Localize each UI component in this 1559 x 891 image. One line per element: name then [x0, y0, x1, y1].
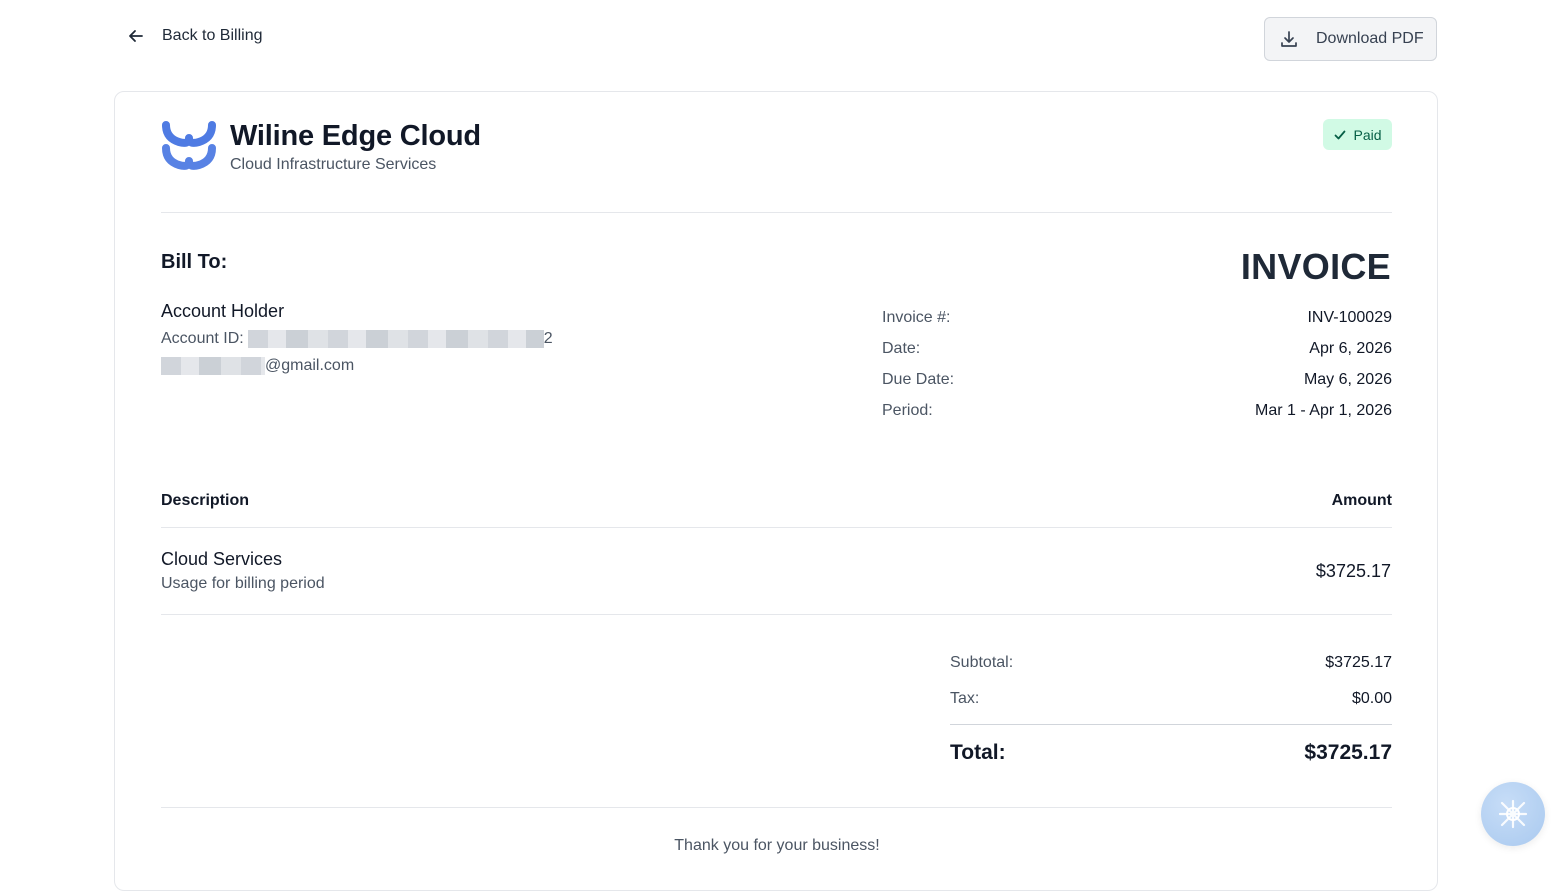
meta-label: Due Date:	[882, 371, 955, 388]
status-label: Paid	[1353, 126, 1382, 143]
account-holder-name: Account Holder	[161, 301, 285, 321]
check-icon	[1335, 130, 1346, 139]
subtotal-value: $3725.17	[1325, 654, 1392, 671]
company-name: Wiline Edge Cloud	[230, 120, 481, 152]
redacted-email-user	[161, 357, 265, 375]
subtotal-label: Subtotal:	[950, 654, 1014, 671]
back-to-billing-link[interactable]: Back to Billing	[126, 26, 263, 46]
account-id-tail: 2	[543, 330, 553, 347]
total-row: Total: $3725.17	[950, 741, 1392, 765]
subtotal-row: Subtotal: $3725.17	[950, 654, 1392, 672]
download-pdf-label: Download PDF	[1316, 30, 1424, 47]
tax-row: Tax: $0.00	[950, 690, 1392, 708]
top-bar: Back to Billing Download PDF	[0, 0, 1559, 80]
account-id-label: Account ID:	[161, 330, 244, 347]
thank-you-message: Thank you for your business!	[674, 837, 880, 854]
line-item-subtext: Usage for billing period	[161, 575, 325, 592]
download-pdf-button[interactable]: Download PDF	[1264, 17, 1437, 61]
total-divider	[950, 724, 1392, 725]
back-link-label: Back to Billing	[162, 27, 263, 44]
bill-to-heading: Bill To:	[161, 251, 228, 273]
redacted-account-id	[247, 330, 544, 348]
meta-label: Invoice #:	[882, 309, 951, 326]
download-icon	[1281, 31, 1297, 47]
assistant-icon	[1498, 799, 1528, 829]
account-email: @gmail.com	[161, 357, 354, 375]
amount-column-header: Amount	[1331, 492, 1392, 509]
email-suffix: @gmail.com	[265, 357, 355, 374]
meta-value: Apr 6, 2026	[1309, 340, 1392, 357]
arrow-left-icon	[129, 30, 143, 42]
invoice-number-row: Invoice #: INV-100029	[882, 309, 1392, 327]
period-row: Period: Mar 1 - Apr 1, 2026	[882, 402, 1392, 420]
company-tagline: Cloud Infrastructure Services	[230, 156, 437, 173]
meta-value: INV-100029	[1307, 309, 1392, 326]
line-items-divider	[161, 614, 1392, 615]
invoice-title: INVOICE	[1240, 246, 1391, 287]
total-value: $3725.17	[1304, 741, 1392, 764]
line-item-amount: $3725.17	[1315, 561, 1391, 581]
meta-value: May 6, 2026	[1303, 371, 1392, 388]
tax-label: Tax:	[950, 690, 980, 707]
header-divider	[161, 212, 1392, 213]
table-header-divider	[161, 527, 1392, 528]
account-id: Account ID: 2	[161, 330, 553, 348]
meta-value: Mar 1 - Apr 1, 2026	[1255, 402, 1392, 419]
line-item-description: Cloud Services	[161, 549, 283, 569]
status-badge: Paid	[1323, 119, 1392, 150]
invoice-date-row: Date: Apr 6, 2026	[882, 340, 1392, 358]
footer-divider	[161, 807, 1392, 808]
line-items-header: Description Amount	[161, 492, 1392, 510]
total-label: Total:	[950, 741, 1006, 764]
meta-label: Date:	[882, 340, 921, 357]
meta-label: Period:	[882, 402, 933, 419]
due-date-row: Due Date: May 6, 2026	[882, 371, 1392, 389]
company-logo	[162, 121, 216, 170]
assistant-chat-button[interactable]	[1481, 782, 1545, 846]
tax-value: $0.00	[1351, 690, 1392, 707]
invoice-card: Wiline Edge Cloud Cloud Infrastructure S…	[114, 91, 1438, 891]
description-column-header: Description	[161, 492, 250, 509]
